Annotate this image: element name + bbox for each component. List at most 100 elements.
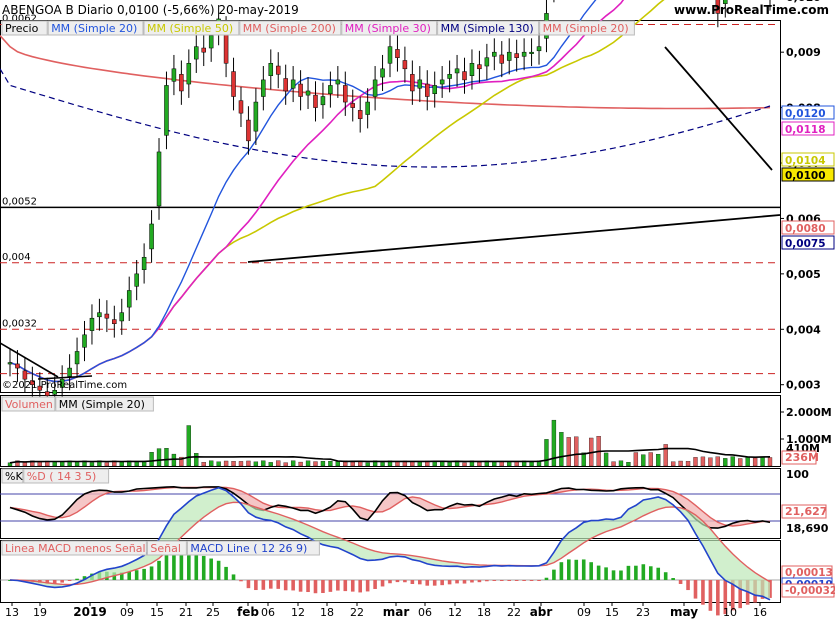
candle <box>201 47 206 53</box>
stoch-k-tag: 18,690 <box>786 522 829 535</box>
macd-hist-bar <box>388 580 392 584</box>
macd-hist-bar <box>626 565 631 580</box>
candle <box>208 35 214 49</box>
candle <box>365 101 370 115</box>
macd-hist-bar <box>134 570 139 580</box>
candle <box>74 351 80 365</box>
macd-hist-bar <box>619 570 623 580</box>
volume-bar <box>574 436 579 467</box>
macd-hist-bar <box>239 580 243 582</box>
volume-bar <box>313 461 318 467</box>
candle <box>462 71 467 81</box>
macd-hist-bar <box>157 560 161 580</box>
candle <box>231 71 236 97</box>
x-tick-label: may <box>670 605 698 619</box>
volume-bar <box>492 461 497 467</box>
macd-hist-bar <box>701 580 705 605</box>
macd-hist-bar <box>663 572 668 580</box>
legend-item: %D ( 14 3 5) <box>27 470 97 483</box>
volume-bar <box>328 460 333 467</box>
macd-hist-bar <box>142 568 146 580</box>
copyright-label: ©2021 ProRealTime.com <box>2 380 128 391</box>
macd-hist-bar <box>611 570 616 580</box>
volume-bar <box>290 460 296 467</box>
candle <box>89 317 95 331</box>
macd-hist-bar <box>462 580 467 584</box>
tag-ma20: 0,0120 <box>785 108 826 120</box>
candle <box>194 46 199 60</box>
macd-hist-bar <box>194 552 199 580</box>
volume-bar <box>186 425 191 467</box>
volume-bar <box>700 456 706 467</box>
macd-hist-bar <box>187 551 191 580</box>
macd-hist-bar <box>268 580 273 589</box>
candle <box>432 85 437 94</box>
macd-hist-bar <box>604 567 608 580</box>
volume-bar <box>715 456 720 467</box>
legend-item: MM (Simple 20) <box>543 22 629 35</box>
level-label: 0,0052 <box>2 196 37 207</box>
x-tick-label: 2019 <box>73 605 106 619</box>
candle <box>179 74 184 92</box>
x-tick-label: 12 <box>448 606 462 619</box>
candle <box>97 312 102 318</box>
x-tick-label: 22 <box>507 606 521 619</box>
candle <box>149 223 154 250</box>
macd-hist-bar <box>708 580 713 611</box>
candle <box>104 313 110 319</box>
tag-ma200: 0,0080 <box>785 223 826 235</box>
volume-bar <box>641 454 646 467</box>
candle <box>268 63 274 76</box>
candle <box>350 103 355 108</box>
volume-bar <box>767 457 773 467</box>
legend-item: MM (Simple 20) <box>59 398 145 411</box>
macd-hist-bar <box>492 580 497 581</box>
volume-bar <box>678 460 683 467</box>
macd-hist-bar <box>164 553 169 580</box>
volume-bar <box>633 452 639 467</box>
macd-signal-tag: 0,00013 <box>785 567 833 579</box>
macd-hist-bar <box>365 580 370 592</box>
macd-hist-bar <box>641 564 646 580</box>
candle <box>67 367 72 377</box>
candle <box>387 46 393 64</box>
legend-item: Precio <box>5 22 39 35</box>
vol-tick-label: 2.000M <box>786 406 832 419</box>
candle <box>410 74 415 92</box>
candle <box>305 90 311 96</box>
candle <box>15 363 20 369</box>
x-tick-label: mar <box>383 605 410 619</box>
website-label[interactable]: www.ProRealTime.com <box>674 3 829 17</box>
candle <box>112 319 117 324</box>
volume-bar <box>149 452 154 467</box>
macd-hist-bar <box>440 580 444 586</box>
volume-bar <box>268 462 273 467</box>
candle <box>171 68 177 82</box>
trendline-support <box>247 214 781 263</box>
macd-hist-tag: -0,00032 <box>785 585 835 597</box>
stoch-tick-label: 100 <box>786 468 809 481</box>
macd-hist-bar <box>485 580 489 582</box>
macd-hist-bar <box>693 580 698 599</box>
candle <box>156 151 162 207</box>
volume-bar <box>462 462 467 467</box>
volume-bar <box>238 461 244 467</box>
macd-hist-bar <box>321 580 325 594</box>
volume-bar <box>261 460 266 467</box>
candle <box>372 79 378 97</box>
macd-hist-bar <box>656 567 661 580</box>
macd-hist-bar <box>455 580 459 584</box>
x-tick-label: 25 <box>206 606 220 619</box>
macd-hist-bar <box>432 580 437 586</box>
macd-hist-bar <box>358 580 362 593</box>
candle <box>402 60 408 70</box>
volume-bar <box>760 456 765 467</box>
macd-hist-bar <box>418 580 422 585</box>
macd-hist-bar <box>499 580 504 581</box>
macd-hist-bar <box>283 580 288 591</box>
volume-bar <box>611 461 616 467</box>
macd-hist-bar <box>209 558 213 580</box>
candle <box>45 391 50 397</box>
x-tick-label: 21 <box>179 606 193 619</box>
candle <box>506 51 512 61</box>
